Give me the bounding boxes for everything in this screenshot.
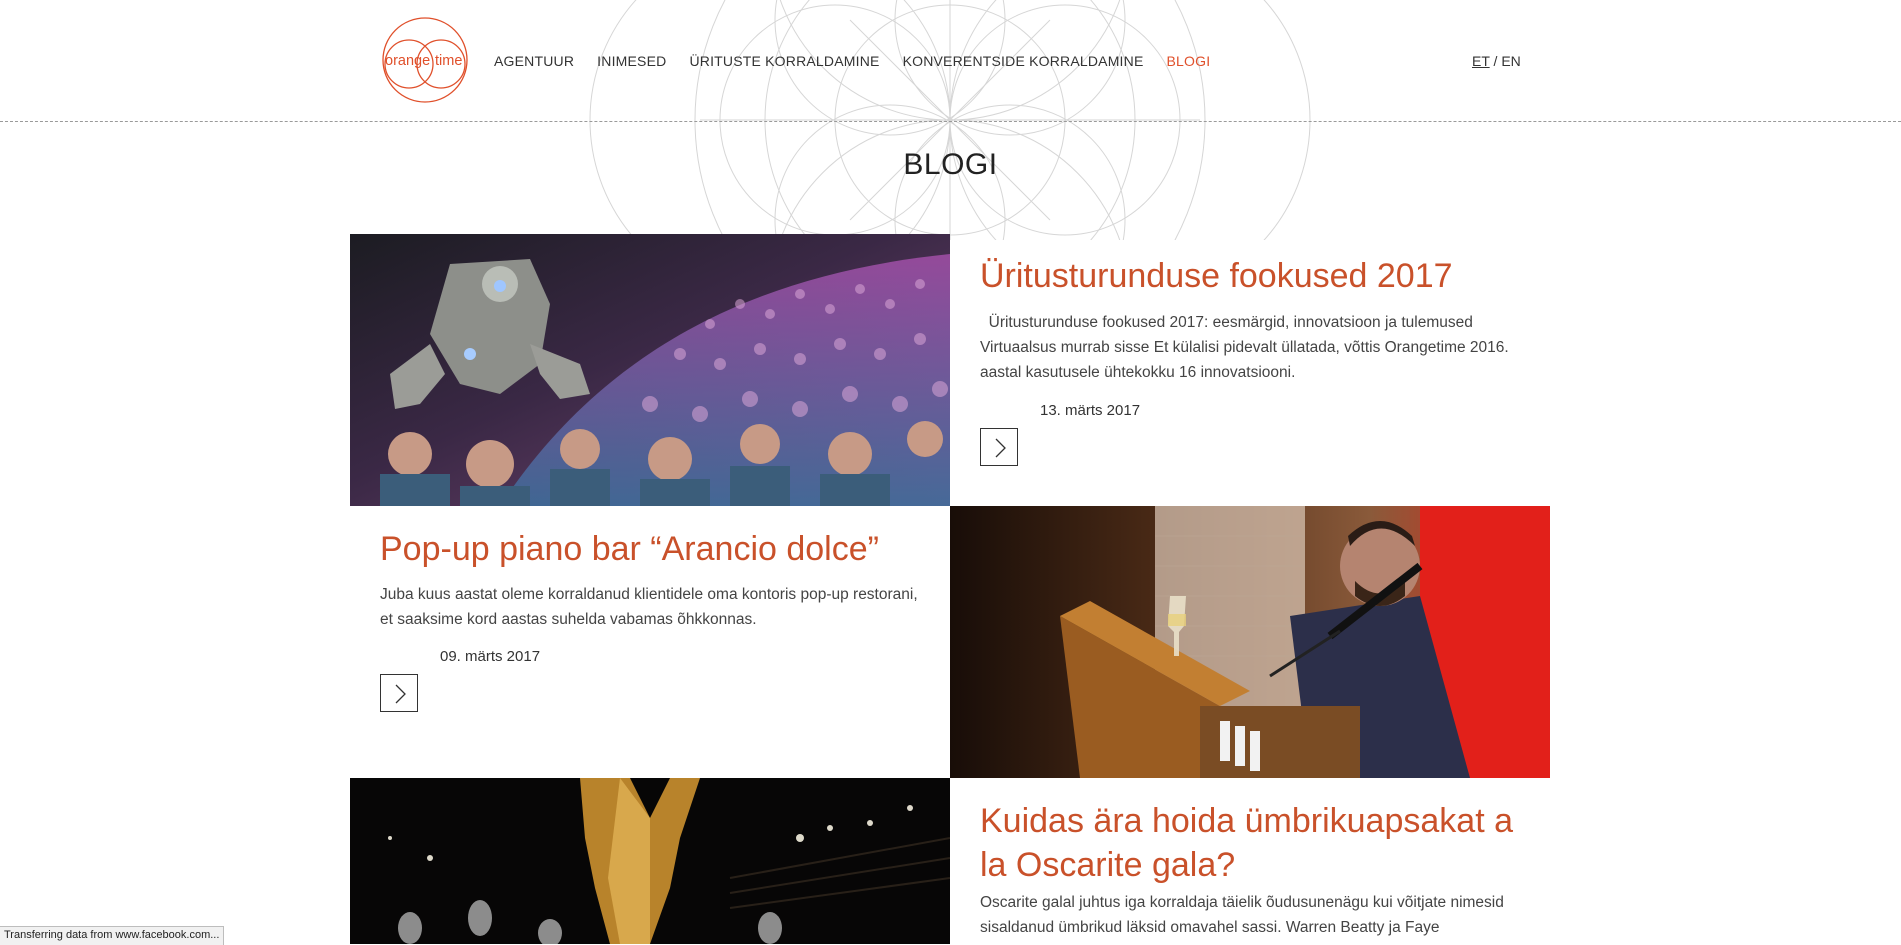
background-pattern bbox=[589, 0, 1311, 240]
post-2-title[interactable]: Pop-up piano bar “Arancio dolce” bbox=[380, 527, 940, 571]
post-3-excerpt: Oscarite galal juhtus iga korraldaja täi… bbox=[980, 894, 1504, 936]
lang-en-link[interactable]: EN bbox=[1501, 53, 1520, 69]
post-2-read-more-button[interactable] bbox=[380, 674, 418, 712]
lang-separator: / bbox=[1489, 53, 1502, 69]
nav-item-agentuur[interactable]: AGENTUUR bbox=[494, 53, 574, 69]
header-divider bbox=[0, 121, 1901, 122]
nav-item-inimesed[interactable]: INIMESED bbox=[597, 53, 666, 69]
nav-item-blogi[interactable]: BLOGI bbox=[1167, 53, 1211, 69]
post-2-image[interactable] bbox=[950, 506, 1550, 778]
post-2-date: 09. märts 2017 bbox=[440, 648, 541, 665]
post-1-excerpt: Üritusturunduse fookused 2017: eesmärgid… bbox=[980, 314, 1514, 381]
chevron-right-icon bbox=[395, 684, 406, 704]
post-1-title[interactable]: Üritusturunduse fookused 2017 bbox=[980, 254, 1520, 298]
post-2-excerpt: Juba kuus aastat oleme korraldanud klien… bbox=[380, 586, 918, 628]
orangetime-logo[interactable]: orange time bbox=[381, 16, 469, 104]
logo-text-time: time bbox=[435, 53, 462, 69]
main-nav: AGENTUUR INIMESED ÜRITUSTE KORRALDAMINE … bbox=[494, 53, 1233, 69]
post-3-title[interactable]: Kuidas ära hoida ümbrikuapsakat a la Osc… bbox=[980, 799, 1520, 887]
post-1-image[interactable] bbox=[350, 234, 950, 506]
lang-et-link[interactable]: ET bbox=[1472, 53, 1490, 69]
nav-item-konverentside-korraldamine[interactable]: KONVERENTSIDE KORRALDAMINE bbox=[903, 53, 1144, 69]
language-switcher: ET / EN bbox=[1472, 53, 1521, 69]
logo-text-orange: orange bbox=[385, 53, 430, 69]
post-3-image[interactable] bbox=[350, 778, 950, 944]
post-1-read-more-button[interactable] bbox=[980, 428, 1018, 466]
browser-status-bar: Transferring data from www.facebook.com.… bbox=[0, 926, 225, 945]
post-1-date: 13. märts 2017 bbox=[1040, 402, 1141, 419]
nav-item-urituste-korraldamine[interactable]: ÜRITUSTE KORRALDAMINE bbox=[689, 53, 879, 69]
chevron-right-icon bbox=[995, 438, 1006, 458]
page-title: BLOGI bbox=[903, 148, 998, 181]
